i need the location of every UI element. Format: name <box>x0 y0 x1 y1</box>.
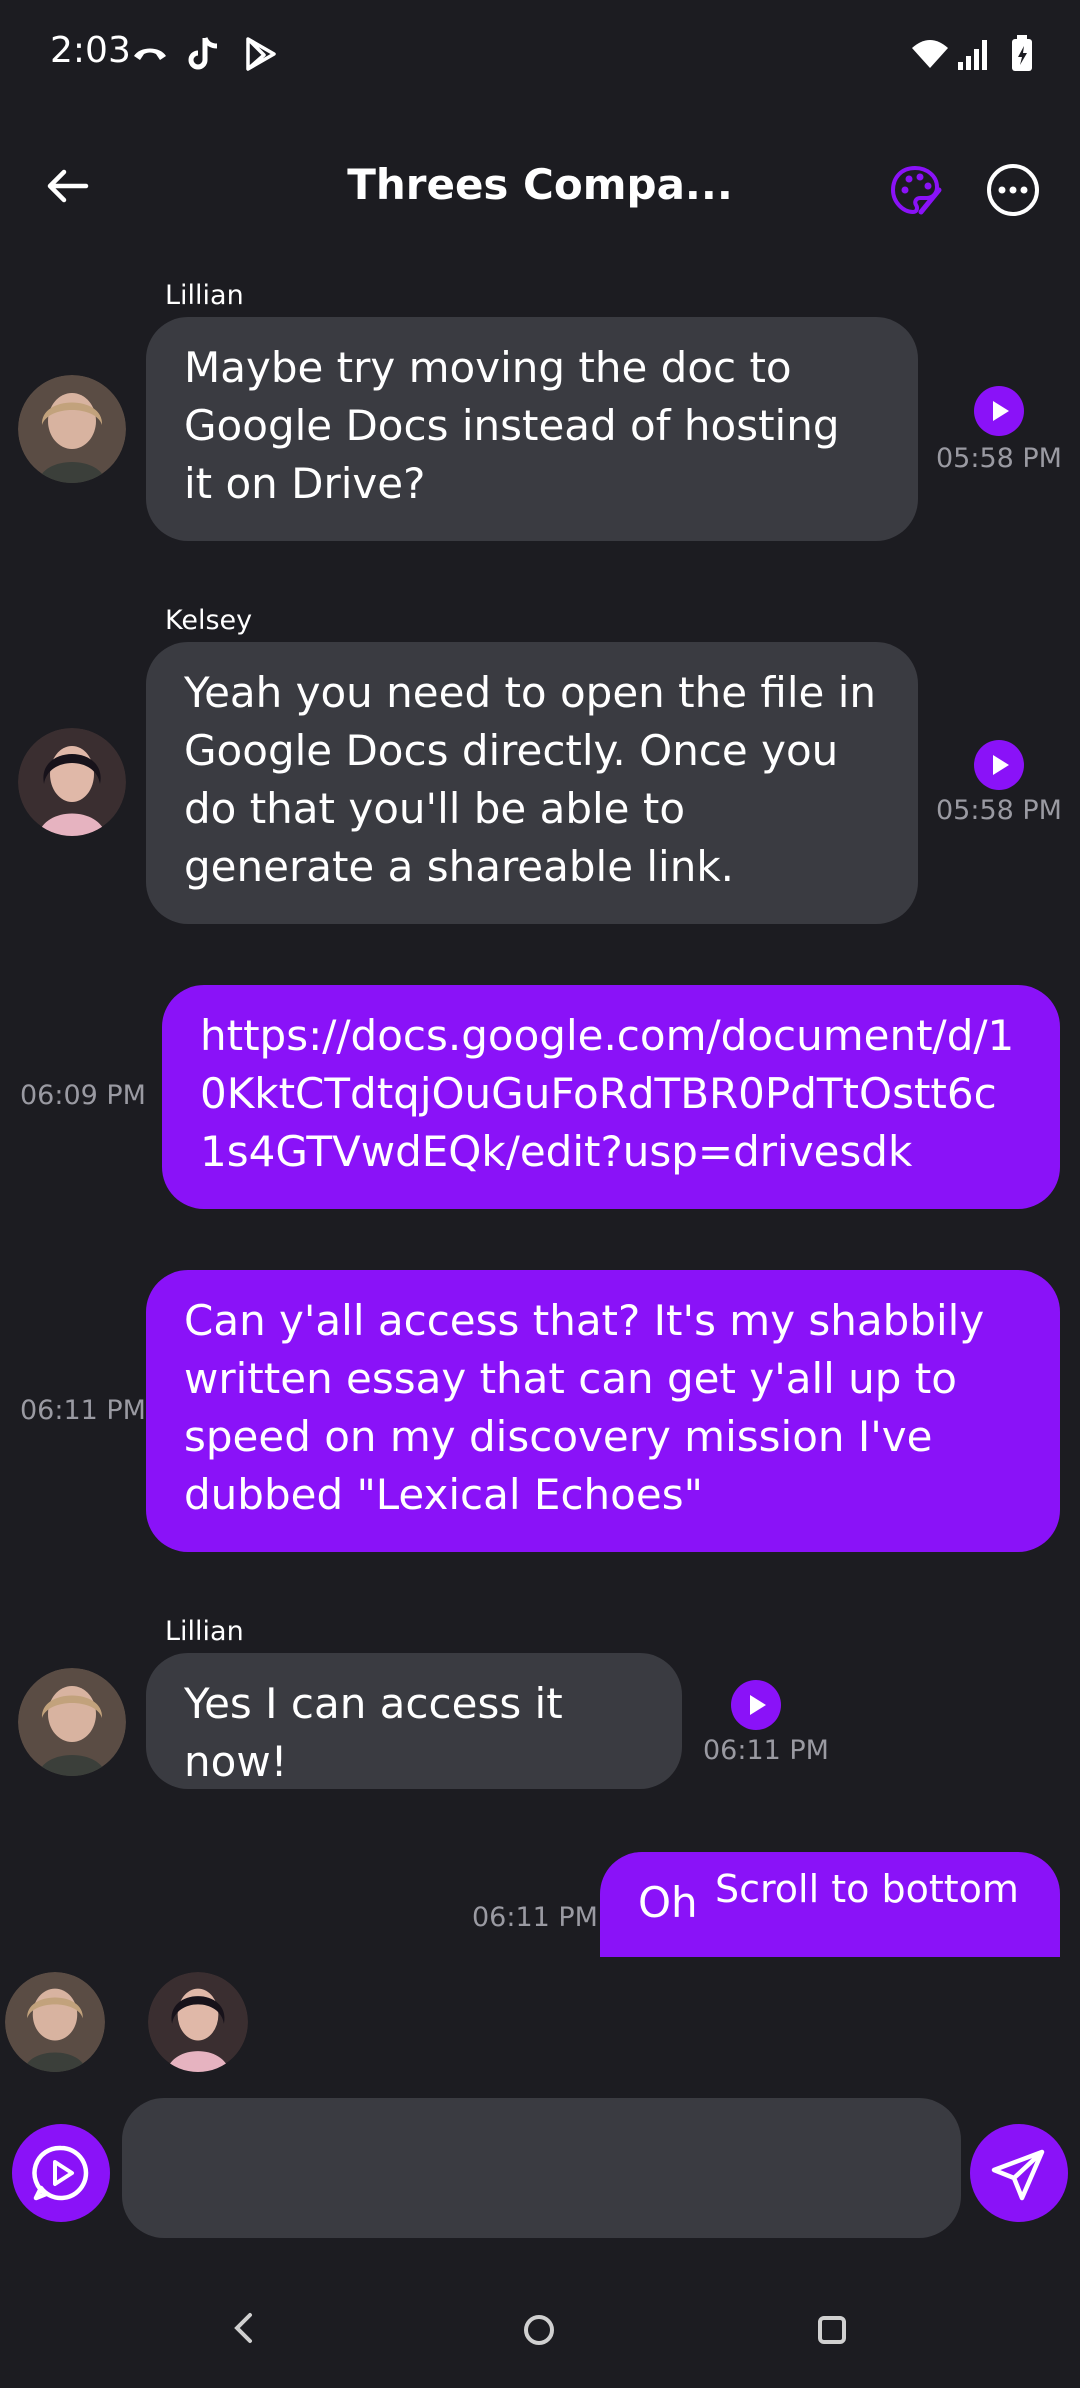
send-button[interactable] <box>970 2124 1068 2222</box>
nav-home-button[interactable] <box>522 2313 556 2347</box>
tiktok-icon <box>188 37 218 70</box>
presence-avatar-kelsey[interactable] <box>148 1972 248 2072</box>
wifi-icon <box>912 40 948 68</box>
status-time: 2:03 <box>50 30 131 71</box>
send-icon <box>991 2149 1045 2201</box>
play-audio-button[interactable] <box>731 1680 781 1730</box>
message-timestamp: 06:11 PM <box>703 1735 829 1766</box>
link-message-bubble[interactable]: https://docs.google.com/document/d/10Kkt… <box>162 985 1060 1209</box>
avatar-lillian[interactable] <box>18 1668 126 1776</box>
message-bubble[interactable]: Maybe try moving the doc to Google Docs … <box>146 317 918 541</box>
play-audio-button[interactable] <box>974 386 1024 436</box>
message-timestamp: 06:11 PM <box>20 1395 146 1426</box>
nav-recents-button[interactable] <box>816 2314 848 2346</box>
chat-title: Threes Compa... <box>347 160 733 209</box>
avatar-lillian[interactable] <box>18 375 126 483</box>
voice-message-button[interactable] <box>12 2124 110 2222</box>
play-audio-button[interactable] <box>974 740 1024 790</box>
message-bubble[interactable]: Yeah you need to open the file in Google… <box>146 642 918 924</box>
palette-icon[interactable] <box>885 160 945 220</box>
battery-icon <box>1012 35 1032 71</box>
scroll-to-bottom-button[interactable]: Scroll to bottom <box>715 1867 1019 1911</box>
play-store-icon <box>246 37 276 71</box>
back-button[interactable] <box>38 158 98 218</box>
message-input[interactable] <box>122 2098 961 2238</box>
message-text: Oh <box>638 1878 698 1927</box>
sender-name: Lillian <box>165 1616 244 1647</box>
message-timestamp: 05:58 PM <box>936 443 1062 474</box>
voice-icon <box>32 2145 89 2201</box>
message-timestamp: 05:58 PM <box>936 795 1062 826</box>
nav-back-button[interactable] <box>228 2310 258 2346</box>
signal-icon <box>958 40 987 70</box>
avatar-kelsey[interactable] <box>18 728 126 836</box>
message-timestamp: 06:11 PM <box>472 1902 598 1933</box>
sender-name: Lillian <box>165 280 244 311</box>
presence-avatar-lillian[interactable] <box>5 1972 105 2072</box>
message-bubble[interactable]: Can y'all access that? It's my shabbily … <box>146 1270 1060 1552</box>
message-timestamp: 06:09 PM <box>20 1080 146 1111</box>
call-icon <box>134 48 166 60</box>
message-bubble[interactable]: Yes I can access it now! <box>146 1653 682 1789</box>
more-options-button[interactable] <box>985 162 1041 218</box>
sender-name: Kelsey <box>165 605 253 636</box>
